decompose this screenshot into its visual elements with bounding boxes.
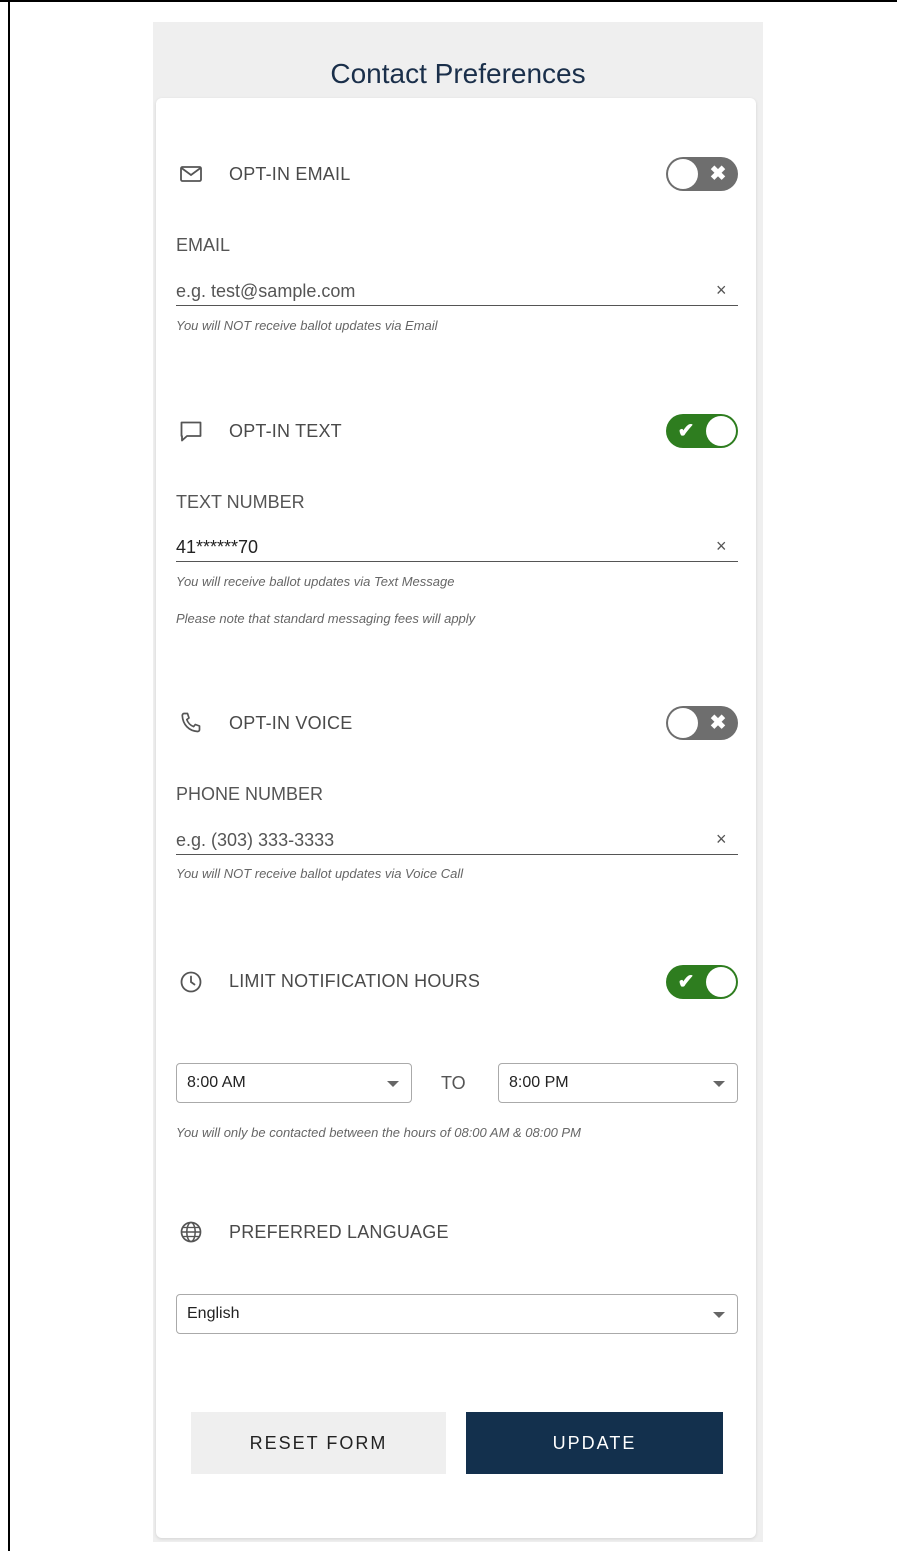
cross-icon: ✖ (709, 712, 727, 734)
text-number-clear-icon[interactable]: × (716, 536, 727, 557)
cross-icon: ✖ (709, 163, 727, 185)
envelope-icon (180, 166, 202, 182)
text-number-label: TEXT NUMBER (176, 492, 305, 512)
chevron-down-icon (713, 1312, 725, 1318)
hours-hint: You will only be contacted between the h… (176, 1125, 581, 1140)
check-icon: ✔ (677, 971, 695, 993)
email-section-title: OPT-IN EMAIL (229, 164, 351, 184)
chat-bubble-icon (180, 421, 202, 442)
email-input[interactable] (176, 278, 738, 306)
language-select[interactable]: English (176, 1294, 738, 1334)
toggle-knob (668, 708, 698, 738)
language-section-title: PREFERRED LANGUAGE (229, 1222, 449, 1242)
voice-opt-in-toggle[interactable]: ✖ (666, 706, 738, 740)
toggle-knob (668, 159, 698, 189)
end-time-value: 8:00 PM (509, 1074, 569, 1091)
email-field-label: EMAIL (176, 235, 231, 255)
toggle-knob (706, 967, 736, 997)
chevron-down-icon (713, 1081, 725, 1087)
text-number-input[interactable] (176, 534, 738, 562)
start-time-select[interactable]: 8:00 AM (176, 1063, 412, 1103)
clock-icon (180, 971, 202, 993)
preferences-card: OPT-IN EMAIL ✖ EMAIL × You will NOT rece… (156, 98, 756, 1538)
reset-form-button[interactable]: RESET FORM (191, 1412, 446, 1474)
frame-left-border (8, 0, 10, 1551)
chevron-down-icon (387, 1081, 399, 1087)
phone-icon (181, 712, 201, 733)
phone-number-label: PHONE NUMBER (176, 784, 324, 804)
language-value: English (187, 1305, 240, 1322)
text-hint: You will receive ballot updates via Text… (176, 574, 455, 589)
hours-section-title: LIMIT NOTIFICATION HOURS (229, 971, 481, 991)
phone-number-input[interactable] (176, 827, 738, 855)
text-opt-in-toggle[interactable]: ✔ (666, 414, 738, 448)
email-clear-icon[interactable]: × (716, 280, 727, 301)
email-hint: You will NOT receive ballot updates via … (176, 318, 438, 333)
hours-limit-toggle[interactable]: ✔ (666, 965, 738, 999)
check-icon: ✔ (677, 420, 695, 442)
end-time-select[interactable]: 8:00 PM (498, 1063, 738, 1103)
text-section-title: OPT-IN TEXT (229, 421, 342, 441)
voice-hint: You will NOT receive ballot updates via … (176, 866, 464, 881)
voice-section-title: OPT-IN VOICE (229, 713, 353, 733)
time-range-separator: TO (441, 1073, 466, 1093)
page-title: Contact Preferences (330, 58, 586, 89)
globe-icon (180, 1221, 202, 1243)
email-opt-in-toggle[interactable]: ✖ (666, 157, 738, 191)
contact-preferences-panel: Contact Preferences OPT-IN EMAIL ✖ EMAIL… (153, 22, 763, 1542)
update-button[interactable]: UPDATE (466, 1412, 723, 1474)
text-fees-note: Please note that standard messaging fees… (176, 611, 476, 626)
toggle-knob (706, 416, 736, 446)
phone-number-clear-icon[interactable]: × (716, 829, 727, 850)
start-time-value: 8:00 AM (187, 1074, 246, 1091)
